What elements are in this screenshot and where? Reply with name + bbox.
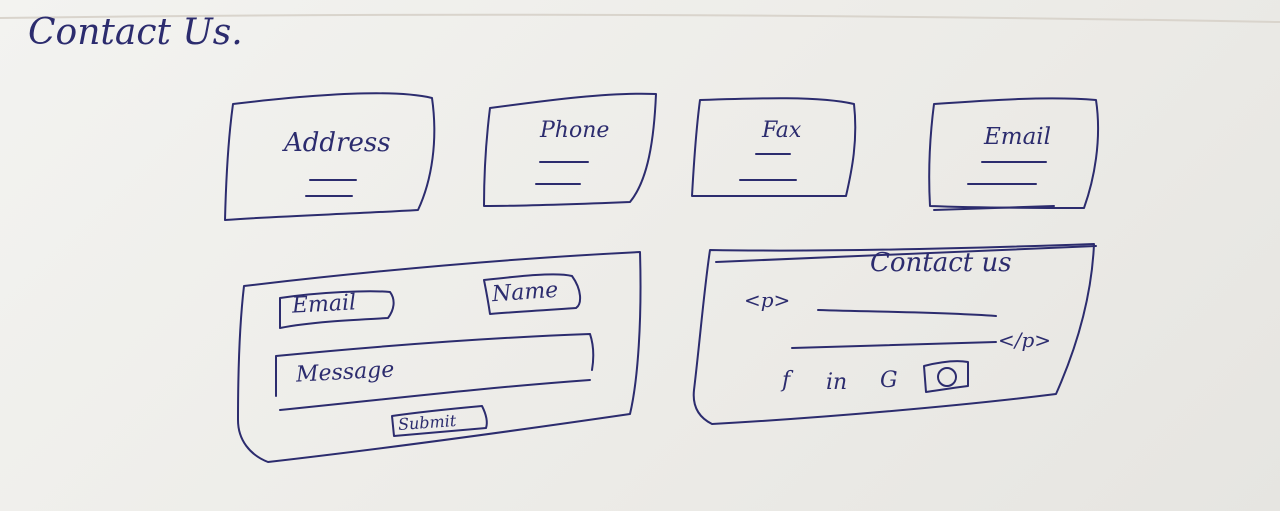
fax-icon: Fax [762, 118, 802, 143]
card-fax-frame [691, 97, 857, 198]
paragraph-close-tag: </p> [998, 328, 1052, 352]
email-field[interactable]: Email [291, 290, 356, 318]
phone-icon: Phone [540, 118, 610, 143]
card-phone-frame [483, 92, 657, 207]
email-icon: Email [984, 124, 1052, 150]
message-field[interactable]: Message [295, 357, 395, 387]
address-icon: Address [284, 128, 391, 158]
google-icon[interactable]: G [880, 368, 898, 393]
submit-button[interactable]: Submit [397, 411, 456, 434]
linkedin-icon[interactable]: in [826, 370, 847, 395]
instagram-icon[interactable] [937, 367, 957, 387]
facebook-icon[interactable]: f [782, 368, 790, 393]
paragraph-open-tag: <p> [744, 288, 791, 312]
page-title: Contact Us. [28, 12, 243, 53]
sketch-lines [0, 13, 1280, 463]
name-field[interactable]: Name [491, 278, 559, 308]
card-email-frame [928, 97, 1100, 209]
contact-panel-title: Contact us [870, 248, 1012, 278]
